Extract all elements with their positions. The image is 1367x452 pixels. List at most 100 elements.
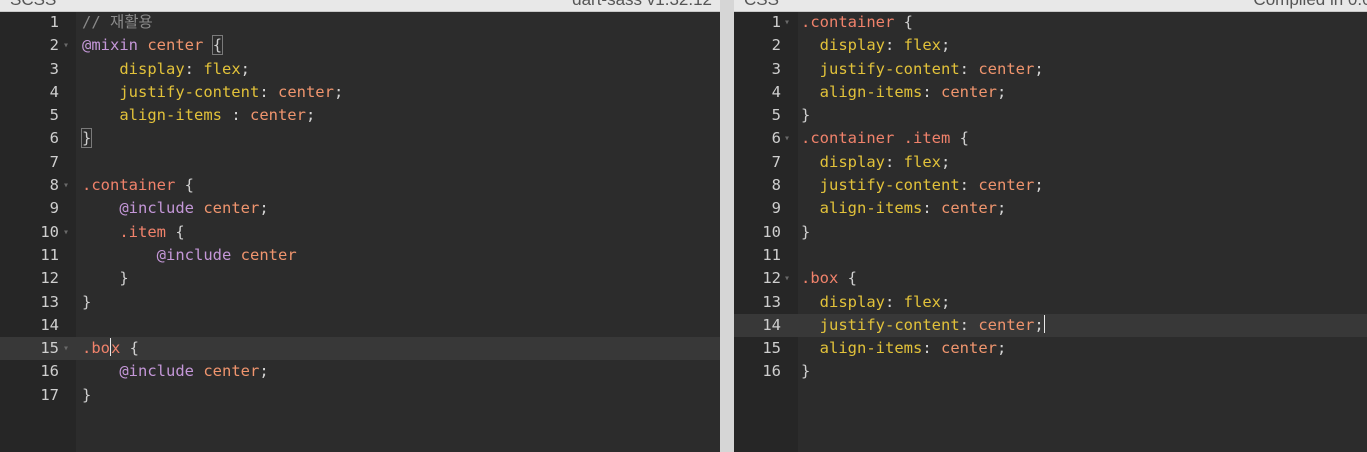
css-code-line[interactable]: 6 ▾ .container .item { xyxy=(734,127,1367,150)
code-token: : xyxy=(184,59,204,78)
code-token: { xyxy=(120,339,140,358)
scss-line-number: 12 xyxy=(40,269,59,288)
css-code-line[interactable]: 1 ▾ .container { xyxy=(734,11,1367,34)
scss-line-text: justify-content: center; xyxy=(82,81,343,104)
code-token: } xyxy=(82,292,92,311)
scss-code-line[interactable]: 13} xyxy=(0,291,720,314)
scss-code-line[interactable]: 4 justify-content: center; xyxy=(0,81,720,104)
sassmeister-editor: 1// 재활용 2 ▾ @mixin center {3 display: flex;… xyxy=(0,0,1367,452)
css-line-text: align-items: center; xyxy=(801,81,1007,104)
code-token: ; xyxy=(333,82,344,101)
code-token: center xyxy=(203,199,260,218)
css-code-area[interactable]: 1 ▾ .container {2 display: flex; 3 justify-… xyxy=(734,11,1367,384)
scss-code-line[interactable]: 8 ▾ .container { xyxy=(0,174,720,197)
scss-code-line[interactable]: 5 align-items : center; xyxy=(0,104,720,127)
css-output-pane[interactable]: 1 ▾ .container {2 display: flex; 3 justify-… xyxy=(734,0,1367,452)
fold-arrow-icon[interactable]: ▾ xyxy=(63,221,69,244)
scss-pane-header: SCSS dart-sass v1.32.12 xyxy=(0,0,720,12)
scss-code-line[interactable]: 1 // 재활용 xyxy=(0,11,720,34)
fold-arrow-icon[interactable]: ▾ xyxy=(63,34,69,57)
css-code-line[interactable]: 5} xyxy=(734,104,1367,127)
css-code-line[interactable]: 14 justify-content: center; xyxy=(734,313,1367,338)
scss-code-line[interactable]: 2 ▾ @mixin center { xyxy=(0,34,720,57)
css-line-text: justify-content: center; xyxy=(801,58,1044,81)
css-code-line[interactable]: 4 align-items: center; xyxy=(734,81,1367,104)
scss-code-line[interactable]: 7 xyxy=(0,151,720,174)
scss-editor-pane[interactable]: 1// 재활용 2 ▾ @mixin center {3 display: flex;… xyxy=(0,0,720,452)
css-line-number: 12 xyxy=(762,269,781,288)
scss-code-area[interactable]: 1// 재활용 2 ▾ @mixin center {3 display: flex;… xyxy=(0,11,720,407)
css-code-line[interactable]: 11 xyxy=(734,244,1367,267)
css-code-line[interactable]: 9 align-items: center; xyxy=(734,197,1367,220)
code-token: } xyxy=(82,269,129,288)
css-code-line[interactable]: 8 justify-content: center; xyxy=(734,174,1367,197)
fold-arrow-icon[interactable]: ▾ xyxy=(63,337,69,360)
scss-line-number: 11 xyxy=(40,245,59,264)
scss-code-line[interactable]: 11 @include center xyxy=(0,244,720,267)
css-pane-header: CSS Compiled in 0.00 xyxy=(734,0,1367,12)
code-token: ; xyxy=(1034,315,1044,334)
scss-line-text: @include center xyxy=(82,244,297,267)
code-token: { xyxy=(166,222,185,241)
code-token: .container xyxy=(801,13,895,31)
pane-divider[interactable] xyxy=(720,0,734,452)
scss-code-line[interactable]: 12 } xyxy=(0,267,720,290)
scss-line-number: 13 xyxy=(40,292,59,311)
scss-code-line[interactable]: 17} xyxy=(0,384,720,407)
css-code-line[interactable]: 16} xyxy=(734,360,1367,383)
css-code-line[interactable]: 13 display: flex; xyxy=(734,291,1367,314)
code-token: ; xyxy=(941,292,951,311)
css-pane-title: CSS xyxy=(744,0,779,11)
scss-line-text: } xyxy=(82,267,129,290)
code-token: : xyxy=(959,315,979,334)
css-code-line[interactable]: 12 ▾ .box { xyxy=(734,267,1367,290)
code-token: .box xyxy=(801,269,839,288)
compiler-version-label[interactable]: dart-sass v1.32.12 xyxy=(572,0,712,11)
css-code-line[interactable]: 15 align-items: center; xyxy=(734,337,1367,360)
code-token: @include xyxy=(119,362,194,381)
scss-code-line[interactable]: 6} xyxy=(0,127,720,150)
fold-arrow-icon[interactable]: ▾ xyxy=(784,267,790,290)
scss-line-number: 2 xyxy=(49,36,59,55)
css-line-number: 9 xyxy=(771,199,781,218)
scss-line-number: 9 xyxy=(49,199,59,218)
css-code-line[interactable]: 3 justify-content: center; xyxy=(734,58,1367,81)
code-token: center xyxy=(978,315,1035,334)
code-token: : xyxy=(959,176,979,195)
css-code-line[interactable]: 7 display: flex; xyxy=(734,151,1367,174)
text-cursor xyxy=(1043,314,1045,333)
code-token: ; xyxy=(941,152,951,171)
fold-arrow-icon[interactable]: ▾ xyxy=(784,127,790,150)
scss-code-line[interactable]: 3 display: flex; xyxy=(0,58,720,81)
code-token: ; xyxy=(1034,176,1044,195)
scss-code-line[interactable]: 10 ▾ .item { xyxy=(0,221,720,244)
css-code-line[interactable]: 2 display: flex; xyxy=(734,34,1367,57)
scss-code-line[interactable]: 14 xyxy=(0,314,720,337)
fold-arrow-icon[interactable]: ▾ xyxy=(63,174,69,197)
scss-line-number: 4 xyxy=(49,82,59,101)
scss-line-text: } xyxy=(80,127,93,150)
code-token: justify-content xyxy=(819,315,960,334)
scss-code-line[interactable]: 9 @include center; xyxy=(0,197,720,220)
scss-code-line[interactable]: 16 @include center; xyxy=(0,360,720,383)
scss-line-number: 3 xyxy=(49,59,59,78)
scss-code-line[interactable]: 15 ▾ .box { xyxy=(0,337,720,361)
css-line-number: 5 xyxy=(771,106,781,125)
code-token: flex xyxy=(903,292,941,311)
code-token: justify-content xyxy=(819,59,960,78)
fold-arrow-icon[interactable]: ▾ xyxy=(784,11,790,34)
code-token: .container .item xyxy=(801,129,951,148)
code-token: center xyxy=(941,82,997,101)
code-token: center xyxy=(978,59,1035,78)
css-code-line[interactable]: 10} xyxy=(734,221,1367,244)
scss-line-number: 7 xyxy=(49,152,59,171)
scss-line-number: 10 xyxy=(40,222,59,241)
css-line-text: .container { xyxy=(801,11,913,34)
